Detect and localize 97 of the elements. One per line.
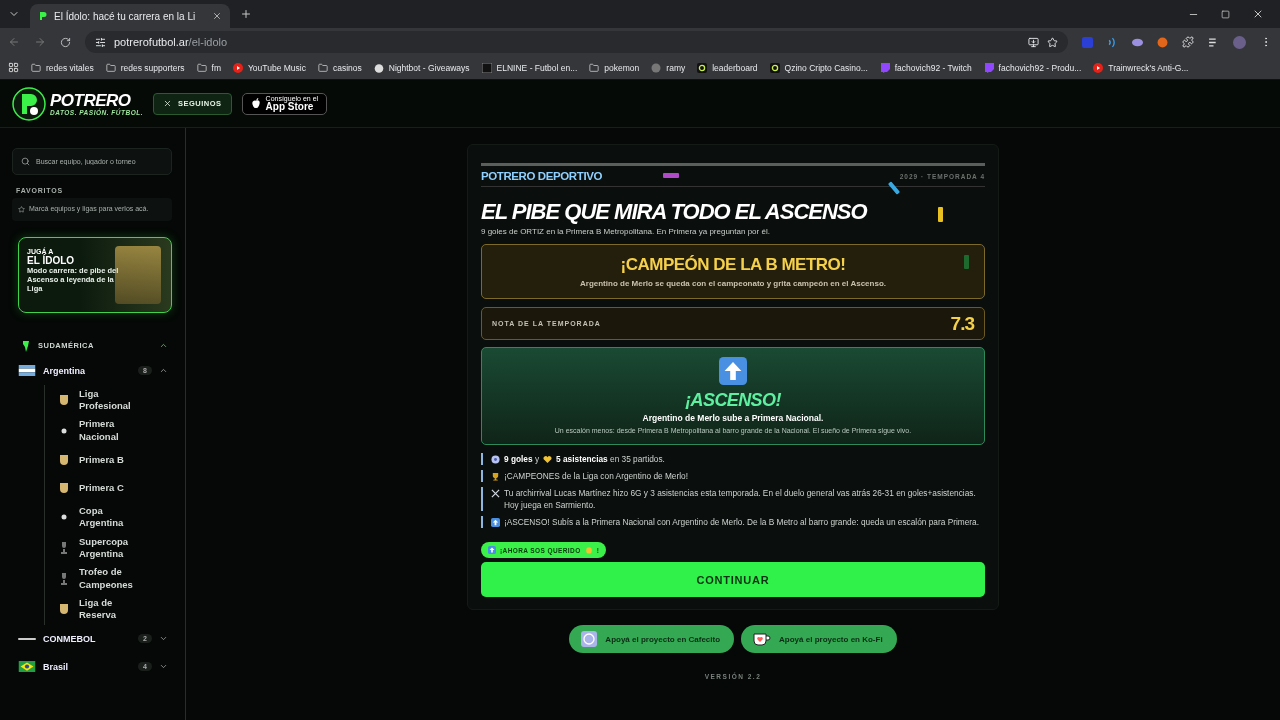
league-link[interactable]: Primera B — [45, 445, 172, 474]
new-tab-icon[interactable] — [240, 8, 252, 20]
extension-icon[interactable] — [1132, 36, 1143, 48]
trophy-icon — [59, 540, 69, 555]
promotion-title: ¡ASCENSO! — [685, 390, 781, 411]
up-arrow-icon — [491, 518, 500, 528]
chevron-up-icon — [159, 341, 168, 350]
promotion-subtitle: Argentino de Merlo sube a Primera Nacional. — [642, 413, 824, 423]
bookmark-link[interactable]: fachovich92 - Twitch — [879, 62, 972, 73]
reload-icon[interactable] — [60, 36, 71, 48]
flag-icon — [18, 661, 36, 673]
maximize-icon[interactable] — [1221, 9, 1230, 19]
bookmark-link[interactable]: Nightbot - Giveaways — [373, 62, 470, 73]
bookmark-star-icon[interactable] — [1047, 36, 1058, 48]
x-logo-icon — [163, 99, 172, 108]
folder-icon — [589, 62, 600, 73]
masthead: POTRERO DEPORTIVO — [481, 170, 602, 182]
tab-title: El Ídolo: hacé tu carrera en la Li — [54, 10, 197, 22]
trophy-icon — [59, 571, 69, 586]
news-text: 9 goles y — [504, 453, 540, 465]
ball-icon — [491, 455, 500, 464]
chat-bubble-icon — [879, 62, 890, 73]
league-link[interactable]: Primera C — [45, 473, 172, 502]
bookmark-link[interactable]: ramy — [651, 62, 686, 73]
shield-icon — [59, 453, 69, 466]
league-link[interactable]: Trofeo de Campeones — [45, 563, 172, 594]
rating-value: 7.3 — [950, 312, 974, 335]
headline: EL PIBE QUE MIRA TODO EL ASCENSO — [481, 199, 867, 225]
coffee-cup-icon — [581, 631, 598, 648]
play-icon — [1093, 62, 1104, 73]
media-icon[interactable] — [1208, 36, 1219, 48]
star-icon — [18, 206, 25, 213]
extension-icon[interactable] — [1157, 36, 1168, 48]
close-window-icon[interactable] — [1252, 8, 1264, 20]
browser-tab[interactable]: El Ídolo: hacé tu carrera en la Li — [30, 4, 230, 28]
apple-icon — [250, 98, 261, 109]
news-text: Tu archirrival Lucas Martínez hizo 6G y 3 asistencias esta temporada. En el duelo general vas atrás 26-31 en goles+asistencias. Hoy juega en Sarmiento. — [504, 487, 977, 512]
folder-icon — [105, 62, 116, 73]
support-link[interactable]: Apoyá el proyecto en Cafecito — [569, 625, 735, 654]
league-link[interactable]: Copa Argentina — [45, 501, 172, 533]
folder-icon — [196, 62, 207, 73]
flag-icon — [18, 365, 36, 376]
shield-icon — [59, 603, 69, 616]
bookmark-link[interactable]: YouTube Music — [232, 62, 306, 73]
continent-icon — [22, 339, 30, 352]
app-store-label: App Store — [265, 102, 314, 112]
shield-icon — [59, 481, 69, 494]
bookmark-link[interactable]: Qzino Cripto Casino... — [769, 62, 868, 73]
url-path: /el-idolo — [188, 36, 228, 48]
confetti-piece — [964, 255, 969, 269]
coffee-cup-icon — [753, 631, 772, 648]
support-link[interactable]: Apoyá el proyecto en Ko-Fi — [741, 625, 897, 654]
bookmark-link[interactable]: pokemon — [589, 62, 640, 73]
promo-title: EL ÍDOLO — [27, 254, 76, 266]
bookmark-link[interactable]: fm — [196, 62, 221, 73]
search-icon — [21, 157, 30, 166]
bookmark-link[interactable]: redes supporters — [105, 62, 185, 73]
trophy-icon — [491, 472, 500, 481]
circle-icon — [651, 62, 662, 73]
install-icon[interactable] — [1028, 36, 1039, 48]
confetti-piece — [938, 207, 943, 222]
news-text: 5 asistencias en 35 partidos. — [556, 453, 665, 465]
folder-icon — [31, 62, 41, 73]
bookmark-link[interactable]: Trainwreck's Anti-G... — [1093, 62, 1189, 73]
shield-icon — [59, 393, 69, 406]
news-text: ¡ASCENSO! Subís a la Primera Nacional con Argentino de Merlo. De la B Metro al barro grande: queda un escalón para Primera. — [504, 516, 979, 529]
chevron-up-icon — [159, 366, 168, 375]
close-tab-icon[interactable] — [212, 11, 222, 21]
continue-button[interactable]: CONTINUAR — [481, 562, 985, 598]
bookmark-link[interactable]: redes vitales — [31, 62, 94, 73]
logo-wordmark: POTRERO — [50, 91, 131, 109]
league-link[interactable]: Primera Nacional — [45, 415, 172, 446]
bookmark-link[interactable]: casinos — [317, 62, 362, 73]
champion-title: ¡CAMPEÓN DE LA B METRO! — [620, 255, 846, 275]
confetti-piece — [663, 173, 679, 178]
folder-icon — [317, 62, 328, 73]
league-link[interactable]: Liga Profesional — [45, 384, 172, 416]
apps-icon[interactable] — [8, 62, 19, 73]
url-host: potrerofutbol.ar — [114, 36, 189, 48]
site-settings-icon — [95, 36, 106, 48]
up-arrow-icon — [488, 546, 496, 555]
heart-icon — [543, 455, 553, 464]
league-link[interactable]: Supercopa Argentina — [45, 532, 172, 564]
extensions-icon[interactable] — [1182, 36, 1194, 48]
play-icon — [232, 62, 243, 73]
subheadline: 9 goles de ORTIZ en la Primera B Metropolitana. En Primera ya preguntan por él. — [481, 227, 770, 236]
chat-bubble-icon — [983, 62, 994, 73]
bookmark-link[interactable]: leaderboard — [697, 62, 758, 73]
champion-text: Argentino de Merlo se queda con el campeonato y grita campeón en el Ascenso. — [580, 279, 886, 288]
extension-icon[interactable] — [1107, 36, 1118, 48]
bookmark-link[interactable]: fachovich92 - Produ... — [983, 62, 1082, 73]
potrero-logo-icon — [12, 86, 46, 121]
news-text: ¡CAMPEONES de la Liga con Argentino de Merlo! — [504, 470, 688, 483]
league-link[interactable]: Liga de Reserva — [45, 593, 172, 625]
site-logo-icon — [38, 11, 48, 21]
address-bar[interactable]: potrerofutbol.ar/el-idolo — [85, 31, 1068, 53]
bookmark-link[interactable]: ELNINE - Futbol en... — [481, 62, 578, 73]
